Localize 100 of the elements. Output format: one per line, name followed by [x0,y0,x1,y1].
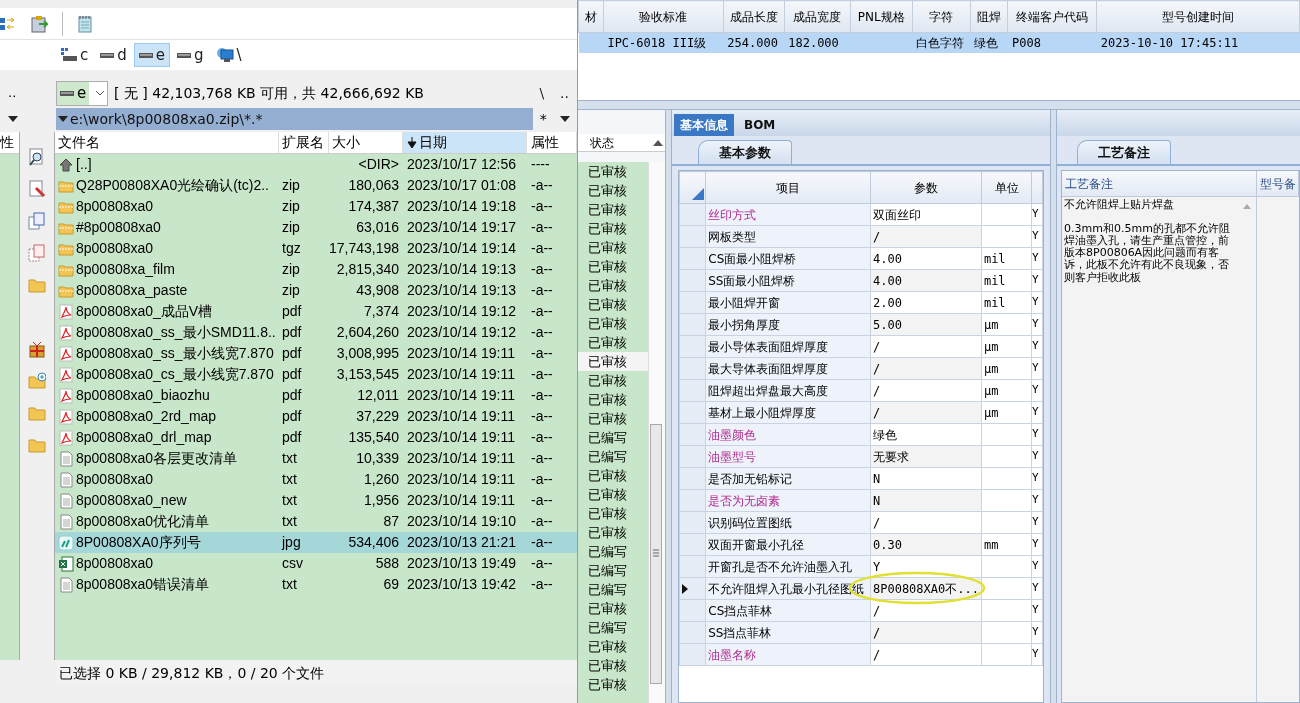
status-cell[interactable]: 已审核 [578,371,648,390]
status-cell[interactable]: 已审核 [578,295,648,314]
root-button[interactable]: \ [531,82,553,104]
splitter[interactable] [1050,110,1057,703]
status-cell[interactable]: 已审核 [578,599,648,618]
status-cell[interactable]: 已审核 [578,219,648,238]
file-row[interactable]: 8p00808xa0_ss_最小线宽7.870 pdf 3,008,995 2023/10/14 19:11 -a-- [55,343,577,364]
file-row[interactable]: 8p00808xa0 tgz 17,743,198 2023/10/14 19:14 -a-- [55,238,577,259]
path-bar[interactable]: e:\work\8p00808xa0.zip\*.* [56,108,533,130]
status-cell[interactable]: 已审核 [578,276,648,295]
file-row[interactable]: #8p00808xa0 zip 63,016 2023/10/14 19:17 -a-- [55,217,577,238]
column-header[interactable]: 文件名 [55,132,279,153]
tab[interactable]: BOM [738,114,782,136]
column-header[interactable]: 参数 [870,171,982,204]
status-cell[interactable]: 已编写 [578,428,648,447]
drive-button[interactable]: g [172,43,209,67]
file-row[interactable]: 8p00808xa0_new txt 1,956 2023/10/14 19:11 -a-- [55,490,577,511]
column-header[interactable]: 单位 [981,171,1032,204]
column-header[interactable]: 日期 [403,132,527,153]
drive-button[interactable]: e [133,43,170,67]
folder-icon[interactable] [28,436,46,454]
filter-button[interactable]: * [539,108,547,130]
file-row[interactable]: 8p00808xa0优化清单 txt 87 2023/10/14 19:10 -a-- [55,511,577,532]
new-folder-icon[interactable] [28,372,46,390]
file-row[interactable]: 8p00808xa_paste zip 43,908 2023/10/14 19:13 -a-- [55,280,577,301]
clipboard-icon[interactable] [30,14,48,33]
drive-button[interactable]: d [95,43,132,67]
column-header[interactable]: 材 [578,0,604,33]
tab[interactable]: 基本信息 [674,114,734,136]
notepad-icon[interactable] [77,14,93,33]
up-button[interactable]: .. [552,82,577,104]
folder-icon[interactable] [28,276,46,294]
column-header[interactable]: 阻焊 [970,0,1008,33]
status-cell[interactable]: 已审核 [578,162,648,181]
scroll-up-icon[interactable] [651,138,665,147]
status-cell[interactable]: 已审核 [578,390,648,409]
column-header[interactable]: 型号创建时间 [1096,0,1300,33]
status-cell[interactable]: 已编写 [578,618,648,637]
status-cell[interactable]: 已审核 [578,200,648,219]
file-row[interactable]: 8p00808xa0错误清单 txt 69 2023/10/13 19:42 -a-- [55,574,577,595]
status-cell[interactable]: 已审核 [578,656,648,675]
status-cell[interactable]: 已审核 [578,238,648,257]
file-row[interactable]: Q28P00808XA0光绘确认(tc)2.. zip 180,063 2023/10/17 01:08 -a-- [55,175,577,196]
column-header[interactable]: 验收标准 [603,0,724,33]
file-row[interactable]: 8p00808xa0_ss_最小SMD11.8.. pdf 2,604,260 2023/10/14 19:12 -a-- [55,322,577,343]
folder-icon[interactable] [28,404,46,422]
status-cell[interactable]: 已审核 [578,333,648,352]
file-row[interactable]: 8p00808xa0_cs_最小线宽7.870 pdf 3,153,545 2023/10/14 19:11 -a-- [55,364,577,385]
tab[interactable]: 工艺备注 [1077,140,1171,164]
status-cell[interactable]: 已审核 [578,181,648,200]
status-cell[interactable]: 已审核 [578,637,648,656]
file-row[interactable]: 8p00808xa0各层更改清单 txt 10,339 2023/10/14 19:11 -a-- [55,448,577,469]
status-cell[interactable]: 已编写 [578,561,648,580]
status-cell[interactable]: 已编写 [578,447,648,466]
column-header[interactable]: 大小 [329,132,403,153]
edit-icon[interactable] [28,180,46,198]
file-row[interactable]: 8p00808xa0 zip 174,387 2023/10/14 19:18 -a-- [55,196,577,217]
file-row[interactable]: 8p00808xa0 txt 1,260 2023/10/14 19:11 -a-- [55,469,577,490]
splitter[interactable] [578,100,1300,110]
drive-dropdown[interactable]: e [56,80,108,106]
status-cell[interactable]: 已审核 [578,257,648,276]
column-header[interactable]: 项目 [705,171,871,204]
column-header[interactable]: 型号备 [1257,171,1299,197]
column-header[interactable]: 扩展名 [279,132,329,153]
copy-icon[interactable] [28,244,46,262]
tab[interactable]: 基本参数 [698,140,792,164]
file-row[interactable]: 8p00808xa0 csv 588 2023/10/13 19:49 -a-- [55,553,577,574]
status-cell[interactable]: 已审核 [578,485,648,504]
table-row[interactable]: IPC-6018 III级 254.000 182.000 白色字符 绿色 P008 2023-10-10 17:45:11 [578,32,1300,53]
status-cell[interactable]: 已编写 [578,542,648,561]
column-header[interactable]: 成品宽度 [784,0,851,33]
drive-button[interactable]: \ [210,43,247,67]
up-button[interactable]: .. [8,83,17,103]
column-header[interactable]: PNL规格 [850,0,913,33]
file-row[interactable]: 8p00808xa0_drl_map pdf 135,540 2023/10/14 19:11 -a-- [55,427,577,448]
status-cell[interactable]: 已审核 [578,675,648,694]
copy-icon[interactable] [28,212,46,230]
drive-button[interactable]: c [56,43,94,67]
status-cell[interactable]: 已审核 [578,466,648,485]
column-header[interactable]: 成品长度 [723,0,785,33]
status-cell[interactable]: 已审核 [578,409,648,428]
file-row[interactable]: 8p00808xa_film zip 2,815,340 2023/10/14 19:13 -a-- [55,259,577,280]
sync-icon[interactable] [0,15,16,32]
status-cell[interactable]: 已审核 [578,314,648,333]
column-header[interactable]: 工艺备注 [1062,171,1257,197]
status-cell[interactable]: 已审核 [578,504,648,523]
status-cell[interactable]: 已审核 [578,523,648,542]
status-cell[interactable]: 已编写 [578,580,648,599]
file-row[interactable]: 8p00808xa0_成品V槽 pdf 7,374 2023/10/14 19:12 -a-- [55,301,577,322]
column-header[interactable]: 字符 [912,0,971,33]
search-icon[interactable] [28,148,46,166]
file-row[interactable]: 8p00808xa0_2rd_map pdf 37,229 2023/10/14 19:11 -a-- [55,406,577,427]
file-row[interactable]: 8P00808XA0序列号 jpg 534,406 2023/10/13 21:21 -a-- [55,532,577,553]
status-cell[interactable]: 已审核 [578,352,648,371]
file-row[interactable]: 8p00808xa0_biaozhu pdf 12,011 2023/10/14 19:11 -a-- [55,385,577,406]
row-header[interactable] [679,577,706,600]
scroll-thumb[interactable] [650,424,662,684]
package-icon[interactable] [28,340,46,358]
file-row[interactable]: [..] <DIR> 2023/10/17 12:56 ---- [55,154,577,175]
column-header[interactable]: 终端客户代码 [1007,0,1097,33]
